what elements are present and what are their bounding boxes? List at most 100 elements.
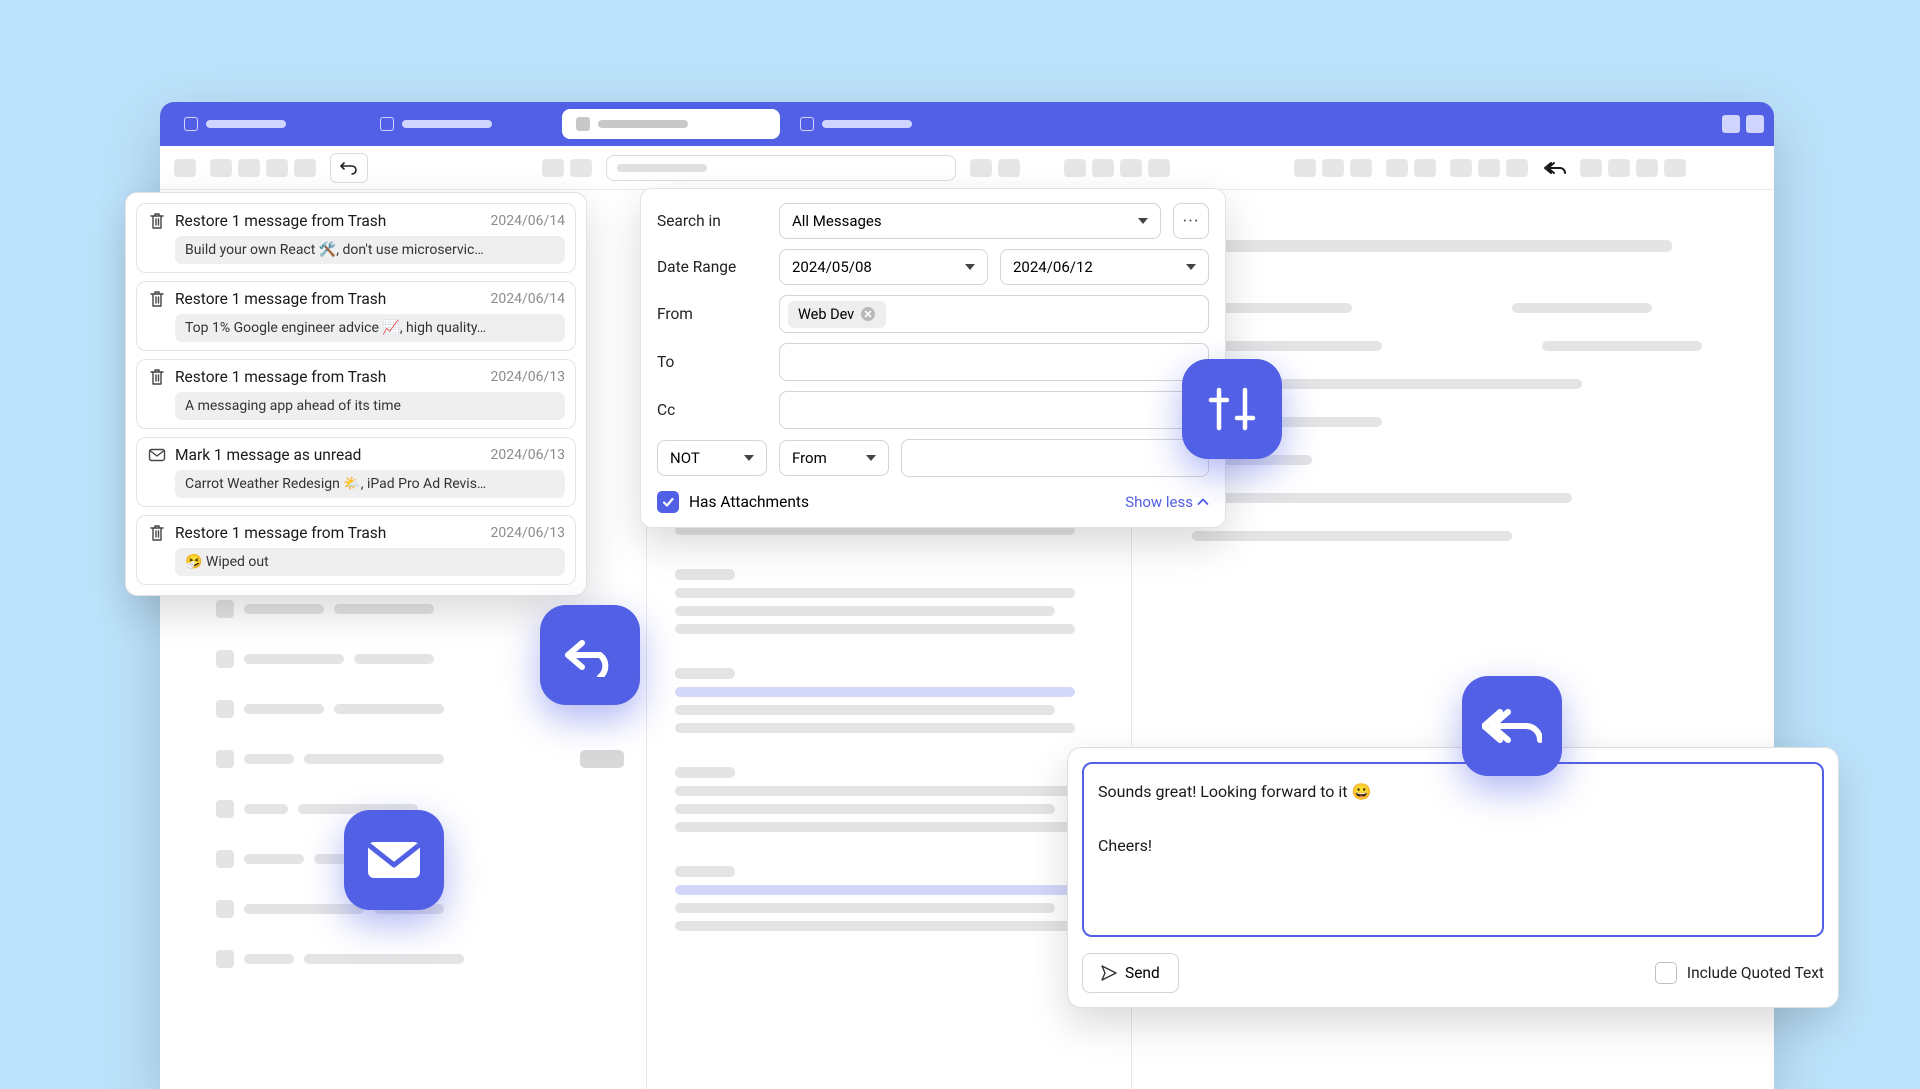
- toolbar-button[interactable]: [1664, 159, 1686, 177]
- send-button[interactable]: Send: [1082, 953, 1179, 993]
- toolbar-button[interactable]: [1386, 159, 1408, 177]
- toolbar-button[interactable]: [1608, 159, 1630, 177]
- undo-history-item[interactable]: Mark 1 message as unread 2024/06/13 Carrot…: [136, 437, 576, 507]
- toolbar-button[interactable]: [1450, 159, 1472, 177]
- chevron-down-icon: [744, 455, 754, 461]
- toolbar-button[interactable]: [174, 159, 196, 177]
- toolbar-button[interactable]: [1580, 159, 1602, 177]
- toolbar-button[interactable]: [1092, 159, 1114, 177]
- undo-item-snippet: Carrot Weather Redesign 🌤️, iPad Pro Ad …: [175, 470, 565, 498]
- undo-item-title: Restore 1 message from Trash: [175, 290, 483, 308]
- toolbar: [160, 146, 1774, 190]
- quick-reply-panel: Send Include Quoted Text: [1067, 747, 1839, 1008]
- window-maximize-button[interactable]: [1746, 115, 1764, 133]
- chevron-down-icon: [1186, 264, 1196, 270]
- undo-item-date: 2024/06/14: [491, 213, 566, 229]
- show-less-button[interactable]: Show less: [1125, 493, 1209, 511]
- toolbar-button[interactable]: [1636, 159, 1658, 177]
- undo-history-panel: Restore 1 message from Trash 2024/06/14 Bu…: [125, 192, 587, 596]
- has-attachments-checkbox[interactable]: [657, 491, 679, 513]
- toolbar-button[interactable]: [210, 159, 232, 177]
- browser-tab[interactable]: [170, 109, 360, 139]
- advanced-search-panel: Search in All Messages ··· Date Range 20…: [640, 188, 1226, 528]
- chevron-up-icon: [1197, 498, 1209, 506]
- mail-feature-icon: [344, 810, 444, 910]
- from-input[interactable]: Web Dev: [779, 295, 1209, 333]
- undo-history-item[interactable]: Restore 1 message from Trash2024/06/14To…: [136, 281, 576, 351]
- toolbar-button[interactable]: [1148, 159, 1170, 177]
- undo-feature-icon: [540, 605, 640, 705]
- toolbar-button[interactable]: [266, 159, 288, 177]
- field-select[interactable]: From: [779, 440, 889, 476]
- undo-item-date: 2024/06/13: [491, 369, 566, 385]
- toolbar-button[interactable]: [1414, 159, 1436, 177]
- date-range-label: Date Range: [657, 258, 767, 276]
- mail-icon: [147, 448, 167, 462]
- trash-icon: [147, 368, 167, 386]
- date-from-select[interactable]: 2024/05/08: [779, 249, 988, 285]
- more-options-button[interactable]: ···: [1173, 203, 1209, 239]
- undo-item-title: Restore 1 message from Trash: [175, 212, 483, 230]
- has-attachments-label: Has Attachments: [689, 493, 809, 511]
- toolbar-button[interactable]: [1064, 159, 1086, 177]
- chevron-down-icon: [965, 264, 975, 270]
- browser-tab-active[interactable]: [562, 109, 780, 139]
- to-label: To: [657, 353, 767, 371]
- checkmark-icon: [661, 495, 675, 509]
- to-input[interactable]: [779, 343, 1209, 381]
- undo-item-snippet: 🤧 Wiped out: [175, 548, 565, 576]
- from-label: From: [657, 305, 767, 323]
- undo-item-title: Restore 1 message from Trash: [175, 524, 483, 542]
- date-to-select[interactable]: 2024/06/12: [1000, 249, 1209, 285]
- trash-icon: [147, 290, 167, 308]
- toolbar-button[interactable]: [1478, 159, 1500, 177]
- search-input[interactable]: [606, 155, 956, 181]
- undo-button[interactable]: [330, 153, 368, 183]
- compose-textarea[interactable]: [1082, 762, 1824, 937]
- undo-history-item[interactable]: Restore 1 message from Trash 2024/06/13 A …: [136, 359, 576, 429]
- undo-item-snippet: Build your own React 🛠️, don't use micro…: [175, 236, 565, 264]
- toolbar-button[interactable]: [1120, 159, 1142, 177]
- send-icon: [1101, 965, 1117, 981]
- window-minimize-button[interactable]: [1722, 115, 1740, 133]
- toolbar-button[interactable]: [998, 159, 1020, 177]
- undo-item-date: 2024/06/13: [491, 447, 566, 463]
- undo-item-date: 2024/06/14: [491, 291, 566, 307]
- reply-all-feature-icon: [1462, 676, 1562, 776]
- undo-item-date: 2024/06/13: [491, 525, 566, 541]
- include-quoted-label: Include Quoted Text: [1687, 964, 1824, 982]
- filters-feature-icon: [1182, 359, 1282, 459]
- chevron-down-icon: [866, 455, 876, 461]
- undo-icon: [340, 161, 358, 175]
- toolbar-button[interactable]: [1322, 159, 1344, 177]
- title-bar: [160, 102, 1774, 146]
- chevron-down-icon: [1138, 218, 1148, 224]
- trash-icon: [147, 212, 167, 230]
- undo-item-title: Restore 1 message from Trash: [175, 368, 483, 386]
- toolbar-button[interactable]: [1294, 159, 1316, 177]
- trash-icon: [147, 524, 167, 542]
- reply-all-icon[interactable]: [1544, 161, 1566, 175]
- undo-item-snippet: A messaging app ahead of its time: [175, 392, 565, 420]
- condition-value-input[interactable]: [901, 439, 1209, 477]
- toolbar-button[interactable]: [238, 159, 260, 177]
- toolbar-button[interactable]: [570, 159, 592, 177]
- remove-chip-icon[interactable]: [860, 306, 876, 322]
- cc-label: Cc: [657, 401, 767, 419]
- undo-history-item[interactable]: Restore 1 message from Trash 2024/06/14 Bu…: [136, 203, 576, 273]
- undo-item-title: Mark 1 message as unread: [175, 446, 483, 464]
- search-in-label: Search in: [657, 212, 767, 230]
- include-quoted-checkbox[interactable]: [1655, 962, 1677, 984]
- search-in-select[interactable]: All Messages: [779, 203, 1161, 239]
- undo-history-item[interactable]: Restore 1 message from Trash 2024/06/13 🤧 …: [136, 515, 576, 585]
- operator-select[interactable]: NOT: [657, 440, 767, 476]
- cc-input[interactable]: [779, 391, 1209, 429]
- toolbar-button[interactable]: [970, 159, 992, 177]
- toolbar-button[interactable]: [542, 159, 564, 177]
- browser-tab[interactable]: [366, 109, 556, 139]
- toolbar-button[interactable]: [1506, 159, 1528, 177]
- toolbar-button[interactable]: [294, 159, 316, 177]
- browser-tab[interactable]: [786, 109, 976, 139]
- toolbar-button[interactable]: [1350, 159, 1372, 177]
- from-chip[interactable]: Web Dev: [788, 301, 886, 328]
